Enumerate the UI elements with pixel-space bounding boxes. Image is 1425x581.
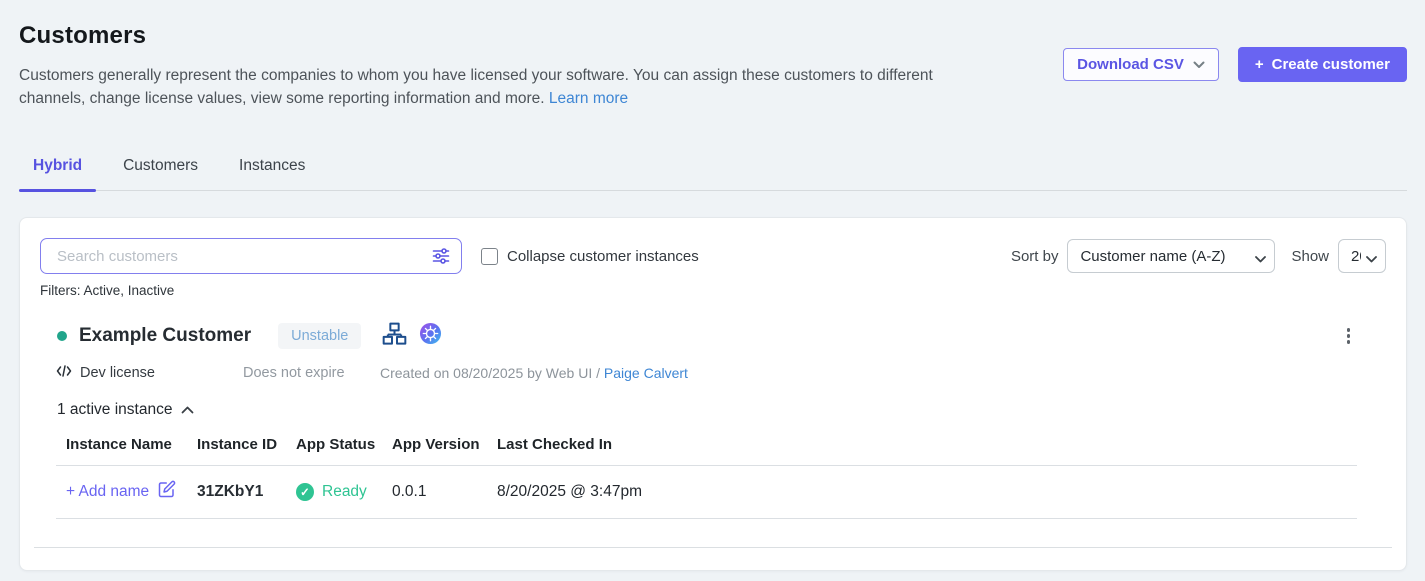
edit-icon	[158, 480, 176, 503]
chevron-up-icon	[181, 401, 194, 419]
customers-page: Customers Customers generally represent …	[0, 0, 1425, 571]
instances-summary: 1 active instance	[57, 401, 172, 419]
check-circle-icon: ✓	[296, 483, 314, 501]
col-header-app-version: App Version	[392, 436, 497, 453]
last-checked-in-cell: 8/20/2025 @ 3:47pm	[497, 483, 1357, 501]
collapse-instances-checkbox[interactable]	[481, 248, 498, 265]
download-csv-label: Download CSV	[1077, 56, 1184, 73]
created-info: Created on 08/20/2025 by Web UI / Paige …	[380, 365, 688, 381]
sort-select[interactable]: Customer name (A-Z)	[1067, 239, 1275, 273]
license-type: Dev license	[56, 364, 243, 382]
app-version-cell: 0.0.1	[392, 483, 497, 501]
app-status-cell: ✓ Ready	[296, 483, 392, 501]
instances-toggle[interactable]: 1 active instance	[57, 401, 194, 419]
toolbar-right: Sort by Customer name (A-Z) Show 20	[1011, 239, 1386, 273]
created-by-link[interactable]: Paige Calvert	[604, 365, 688, 381]
instance-name-cell: + Add name	[56, 480, 197, 503]
page-description-text: Customers generally represent the compan…	[19, 67, 933, 107]
search-input[interactable]	[40, 238, 462, 274]
instance-id-cell: 31ZKbY1	[197, 483, 296, 501]
header-actions: Download CSV + Create customer	[1063, 47, 1407, 82]
tab-bar: Hybrid Customers Instances	[19, 157, 1407, 191]
search-wrap	[40, 238, 462, 274]
tab-instances[interactable]: Instances	[225, 157, 319, 190]
tab-customers[interactable]: Customers	[109, 157, 212, 190]
col-header-last-checked-in: Last Checked In	[497, 436, 1357, 453]
table-row: + Add name 31ZKbY1 ✓ Ready	[56, 466, 1357, 518]
customers-card: Collapse customer instances Sort by Cust…	[19, 217, 1407, 571]
sort-by-label: Sort by	[1011, 248, 1059, 265]
sitemap-icon	[382, 321, 407, 351]
license-expiry: Does not expire	[243, 365, 380, 381]
show-select-wrap: 20	[1338, 239, 1386, 273]
plus-icon: +	[1255, 56, 1264, 73]
toolbar: Collapse customer instances Sort by Cust…	[40, 238, 1386, 274]
add-name-label: + Add name	[66, 483, 149, 501]
show-select[interactable]: 20	[1338, 239, 1386, 273]
page-description: Customers generally represent the compan…	[19, 65, 977, 110]
learn-more-link[interactable]: Learn more	[549, 90, 628, 107]
customer-channel-icons	[382, 321, 442, 351]
collapse-group: Collapse customer instances	[481, 248, 699, 265]
status-ready-label: Ready	[322, 483, 367, 501]
active-filters-text: Filters: Active, Inactive	[40, 283, 1386, 298]
create-customer-label: Create customer	[1272, 56, 1390, 73]
instance-table: Instance Name Instance ID App Status App…	[56, 436, 1357, 519]
card-bottom-divider	[34, 547, 1392, 548]
customer-name[interactable]: Example Customer	[79, 325, 251, 347]
customer-kebab-menu[interactable]	[1343, 324, 1355, 348]
show-label: Show	[1291, 248, 1329, 265]
page-title: Customers	[19, 22, 1407, 50]
filter-sliders-icon[interactable]	[431, 246, 451, 271]
download-csv-button[interactable]: Download CSV	[1063, 48, 1219, 81]
customer-active-dot	[57, 331, 67, 341]
instance-table-header: Instance Name Instance ID App Status App…	[56, 436, 1357, 465]
add-name-link[interactable]: + Add name	[66, 480, 176, 503]
customer-header-row: Example Customer Unstable	[40, 320, 1386, 352]
chevron-down-icon	[1193, 56, 1205, 73]
kubernetes-icon	[419, 322, 442, 350]
tab-hybrid[interactable]: Hybrid	[19, 157, 96, 190]
table-divider	[56, 518, 1357, 519]
collapse-instances-label[interactable]: Collapse customer instances	[507, 248, 699, 265]
status-ready: ✓ Ready	[296, 483, 367, 501]
license-type-label: Dev license	[80, 365, 155, 381]
col-header-instance-name: Instance Name	[56, 436, 197, 453]
col-header-app-status: App Status	[296, 436, 392, 453]
created-text: Created on 08/20/2025 by Web UI /	[380, 365, 600, 381]
license-row: Dev license Does not expire Created on 0…	[56, 364, 1386, 382]
create-customer-button[interactable]: + Create customer	[1238, 47, 1407, 82]
sort-select-wrap: Customer name (A-Z)	[1067, 239, 1275, 273]
col-header-instance-id: Instance ID	[197, 436, 296, 453]
code-icon	[56, 364, 72, 382]
status-badge: Unstable	[278, 323, 361, 349]
